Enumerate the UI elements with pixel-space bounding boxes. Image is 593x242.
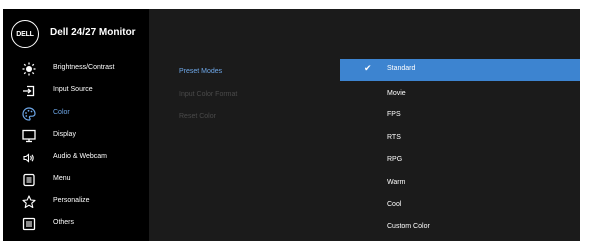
submenu-item-preset-modes[interactable]: Preset Modes [179, 68, 222, 75]
preset-option-cool[interactable]: Cool [340, 195, 580, 217]
preset-option-rts[interactable]: RTS [340, 128, 580, 150]
option-label: Standard [387, 65, 416, 72]
speaker-icon [21, 151, 37, 165]
dell-logo: DELL [11, 20, 39, 48]
preset-option-custom-color[interactable]: Custom Color [340, 217, 580, 239]
brightness-icon [21, 62, 37, 76]
preset-option-movie[interactable]: Movie [340, 84, 580, 106]
sidebar-item-others[interactable]: Others [3, 213, 149, 235]
others-icon [21, 217, 37, 231]
sidebar-item-label: Menu [53, 175, 71, 182]
sidebar-item-color[interactable]: Color [3, 103, 149, 125]
monitor-model-title: Dell 24/27 Monitor [50, 27, 136, 38]
sidebar-item-label: Input Source [53, 86, 93, 93]
preset-option-standard[interactable]: ✔ Standard [340, 59, 580, 81]
option-label: Custom Color [387, 223, 430, 230]
sidebar-item-label: Color [53, 109, 70, 116]
preset-option-rpg[interactable]: RPG [340, 150, 580, 172]
option-label: Warm [387, 179, 406, 186]
option-label: RTS [387, 134, 401, 141]
monitor-osd: DELL Dell 24/27 Monitor Brightness/Contr… [3, 9, 580, 241]
option-label: Cool [387, 201, 402, 208]
option-label: Movie [387, 90, 406, 97]
star-icon [21, 195, 37, 209]
option-label: FPS [387, 111, 401, 118]
sidebar-item-personalize[interactable]: Personalize [3, 191, 149, 213]
sidebar-item-menu[interactable]: Menu [3, 169, 149, 191]
sidebar-item-label: Audio & Webcam [53, 153, 107, 160]
sidebar-item-label: Brightness/Contrast [53, 64, 115, 71]
menu-icon [21, 173, 37, 187]
header-strip [149, 9, 580, 57]
color-palette-icon [21, 107, 37, 121]
sidebar-item-label: Others [53, 219, 75, 226]
sidebar-item-brightness-contrast[interactable]: Brightness/Contrast [3, 58, 149, 80]
sidebar-item-label: Display [53, 131, 76, 138]
checkmark-icon: ✔ [364, 63, 372, 73]
sidebar-item-audio-webcam[interactable]: Audio & Webcam [3, 147, 149, 169]
sidebar-item-display[interactable]: Display [3, 125, 149, 147]
submenu-item-reset-color: Reset Color [179, 113, 216, 120]
sidebar-item-input-source[interactable]: Input Source [3, 80, 149, 102]
input-source-icon [21, 84, 37, 98]
sidebar: DELL Dell 24/27 Monitor Brightness/Contr… [3, 9, 149, 241]
option-label: RPG [387, 156, 403, 163]
display-icon [21, 129, 37, 143]
preset-option-warm[interactable]: Warm [340, 173, 580, 195]
preset-option-fps[interactable]: FPS [340, 105, 580, 127]
submenu-item-input-color-format: Input Color Format [179, 91, 238, 98]
sidebar-item-label: Personalize [53, 197, 90, 204]
